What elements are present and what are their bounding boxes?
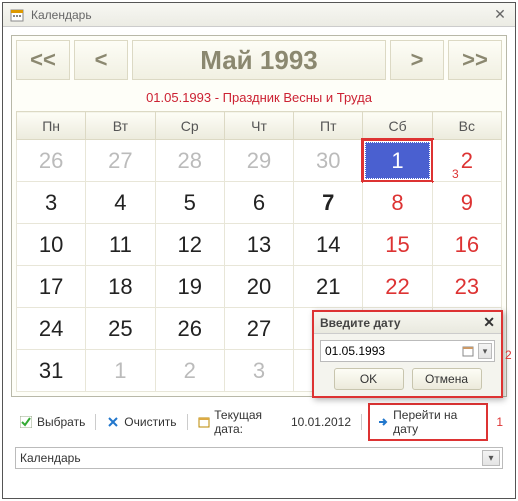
select-button[interactable]: Выбрать — [15, 413, 89, 431]
select-label: Выбрать — [37, 415, 85, 429]
weekday-header: Чт — [224, 112, 293, 140]
weekday-header: Пт — [294, 112, 363, 140]
day-cell[interactable]: 20 — [224, 266, 293, 308]
next-year-button[interactable]: >> — [448, 40, 502, 80]
goto-icon — [376, 415, 389, 429]
day-cell[interactable]: 7 — [294, 182, 363, 224]
day-cell[interactable]: 1 — [363, 140, 432, 182]
day-cell[interactable]: 28 — [155, 140, 224, 182]
day-cell[interactable]: 9 — [432, 182, 501, 224]
calendar-window: Календарь ✕ << < Май 1993 > >> 01.05.199… — [2, 2, 516, 499]
day-cell[interactable]: 2 — [155, 350, 224, 392]
check-icon — [19, 415, 33, 429]
annotation-marker-3: 3 — [452, 167, 459, 181]
view-combo[interactable]: Календарь ▾ — [15, 447, 503, 469]
day-cell[interactable]: 31 — [17, 350, 86, 392]
month-nav: << < Май 1993 > >> — [16, 40, 502, 80]
weekday-header: Пн — [17, 112, 86, 140]
day-cell[interactable]: 4 — [86, 182, 155, 224]
day-cell[interactable]: 13 — [224, 224, 293, 266]
day-cell[interactable]: 1 — [86, 350, 155, 392]
day-cell[interactable]: 14 — [294, 224, 363, 266]
day-cell[interactable]: 10 — [17, 224, 86, 266]
goto-date-button[interactable]: Перейти на дату — [372, 406, 484, 438]
day-cell[interactable]: 3 — [17, 182, 86, 224]
day-cell[interactable]: 30 — [294, 140, 363, 182]
selected-day[interactable]: 1 — [365, 142, 429, 179]
holiday-label: 01.05.1993 - Праздник Весны и Труда — [16, 80, 502, 111]
cancel-button[interactable]: Отмена — [412, 368, 482, 390]
popup-title: Введите дату — [320, 316, 401, 330]
chevron-down-icon[interactable]: ▾ — [482, 450, 500, 466]
day-cell[interactable]: 27 — [86, 140, 155, 182]
titlebar: Календарь ✕ — [3, 3, 515, 27]
goto-date-highlight: Перейти на дату — [368, 403, 488, 441]
cancel-label: Отмена — [425, 372, 468, 386]
annotation-marker-1: 1 — [496, 415, 503, 429]
view-combo-label: Календарь — [20, 451, 81, 465]
prev-month-button[interactable]: < — [74, 40, 128, 80]
day-cell[interactable]: 25 — [86, 308, 155, 350]
goto-label: Перейти на дату — [393, 408, 480, 436]
separator — [361, 414, 362, 430]
annotation-marker-2: 2 — [505, 348, 512, 362]
toolbar: Выбрать Очистить Текущая дата: 10.01.201… — [11, 397, 507, 447]
day-cell[interactable]: 6 — [224, 182, 293, 224]
calendar-picker-icon[interactable] — [460, 343, 476, 359]
chevron-down-icon[interactable]: ▾ — [478, 343, 492, 359]
day-cell[interactable]: 19 — [155, 266, 224, 308]
current-date-button[interactable]: Текущая дата: 10.01.2012 — [194, 406, 356, 438]
window-title: Календарь — [31, 8, 491, 22]
day-cell[interactable]: 26 — [17, 140, 86, 182]
date-input[interactable]: 01.05.1993 ▾ — [320, 340, 495, 362]
separator — [95, 414, 96, 430]
close-icon[interactable]: ✕ — [491, 7, 509, 23]
day-cell[interactable]: 3 — [224, 350, 293, 392]
clear-label: Очистить — [124, 415, 176, 429]
prev-year-button[interactable]: << — [16, 40, 70, 80]
day-cell[interactable]: 24 — [17, 308, 86, 350]
day-cell[interactable]: 18 — [86, 266, 155, 308]
clear-button[interactable]: Очистить — [102, 413, 180, 431]
day-cell[interactable]: 23 — [432, 266, 501, 308]
day-cell[interactable]: 15 — [363, 224, 432, 266]
day-cell[interactable]: 12 — [155, 224, 224, 266]
current-date-value: 10.01.2012 — [291, 415, 351, 429]
day-cell[interactable]: 26 — [155, 308, 224, 350]
calendar-icon — [198, 415, 211, 429]
separator — [187, 414, 188, 430]
popup-close-icon[interactable]: ✕ — [483, 314, 495, 331]
day-cell[interactable]: 29 — [224, 140, 293, 182]
day-cell[interactable]: 27 — [224, 308, 293, 350]
weekday-header: Вт — [86, 112, 155, 140]
day-cell[interactable]: 22 — [363, 266, 432, 308]
day-cell[interactable]: 11 — [86, 224, 155, 266]
day-cell[interactable]: 2 — [432, 140, 501, 182]
popup-titlebar: Введите дату ✕ — [314, 312, 501, 334]
calendar-app-icon — [9, 7, 25, 23]
weekday-header: Ср — [155, 112, 224, 140]
month-year-label[interactable]: Май 1993 — [132, 40, 386, 80]
day-cell[interactable]: 5 — [155, 182, 224, 224]
day-cell[interactable]: 8 — [363, 182, 432, 224]
ok-button[interactable]: OK — [334, 368, 404, 390]
ok-label: OK — [360, 372, 377, 386]
day-cell[interactable]: 17 — [17, 266, 86, 308]
day-cell[interactable]: 21 — [294, 266, 363, 308]
date-input-value: 01.05.1993 — [325, 344, 385, 358]
date-entry-popup: Введите дату ✕ 01.05.1993 ▾ OK Отмена — [312, 310, 503, 398]
clear-icon — [106, 415, 120, 429]
weekday-header: Вс — [432, 112, 501, 140]
next-month-button[interactable]: > — [390, 40, 444, 80]
current-date-prefix: Текущая дата: — [214, 408, 287, 436]
weekday-header: Сб — [363, 112, 432, 140]
day-cell[interactable]: 16 — [432, 224, 501, 266]
